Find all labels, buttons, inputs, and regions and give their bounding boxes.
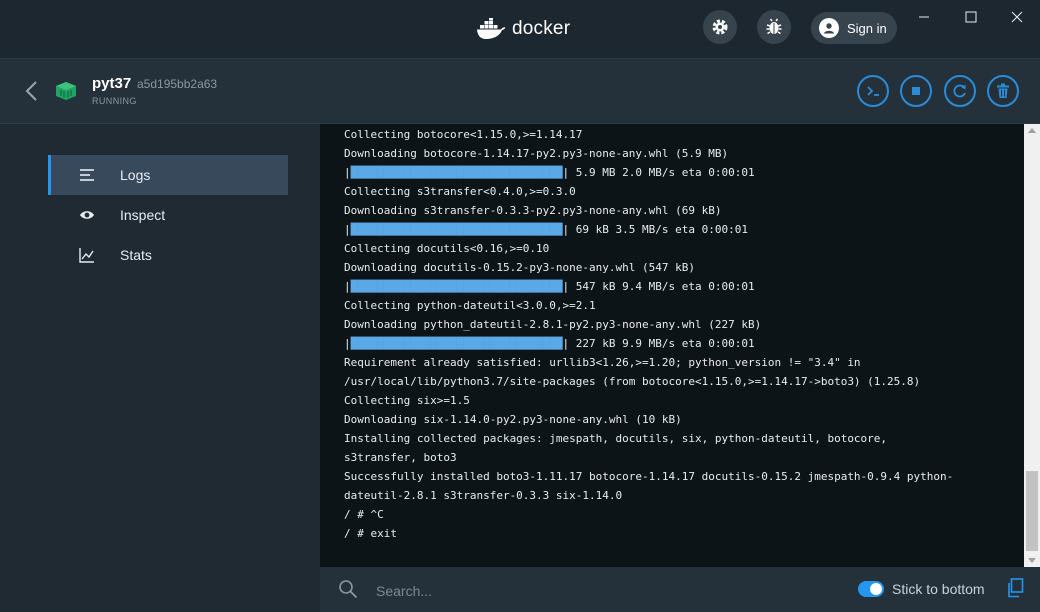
log-line: Downloading s3transfer-0.3.3-py2.py3-non… (344, 204, 722, 217)
stop-icon (912, 87, 920, 95)
back-button[interactable] (22, 79, 42, 103)
restart-button[interactable] (944, 75, 976, 107)
stick-to-bottom-label: Stick to bottom (892, 581, 985, 597)
log-line: / # exit (344, 527, 397, 540)
log-line: |████████████████████████████████| 547 k… (344, 280, 755, 293)
log-line: Downloading six-1.14.0-py2.py3-none-any.… (344, 413, 682, 426)
log-line: |████████████████████████████████| 227 k… (344, 337, 755, 350)
log-line: Installing collected packages: jmespath,… (344, 432, 888, 445)
delete-icon (997, 83, 1009, 98)
stop-button[interactable] (900, 75, 932, 107)
bug-icon (766, 18, 782, 35)
sidebar-item-label: Inspect (120, 207, 166, 223)
chevron-left-icon (25, 81, 37, 101)
log-line: Downloading botocore-1.14.17-py2.py3-non… (344, 147, 729, 160)
maximize-icon (965, 11, 977, 23)
maximize-button[interactable] (959, 6, 983, 28)
close-icon (1011, 11, 1023, 23)
copy-icon[interactable] (1006, 578, 1024, 603)
container-name: pyt37 (92, 75, 132, 92)
title-bar: docker Sign in (0, 0, 1040, 58)
logs-icon (78, 166, 96, 184)
log-lines: Collecting botocore<1.15.0,>=1.14.17 Down… (320, 124, 1024, 543)
log-line: Collecting python-dateutil<3.0.0,>=2.1 (344, 299, 596, 312)
log-line: dateutil-2.8.1 s3transfer-0.3.3 six-1.14… (344, 489, 623, 502)
log-line: Collecting s3transfer<0.4.0,>=0.3.0 (344, 185, 576, 198)
delete-button[interactable] (987, 75, 1019, 107)
log-line: Downloading docutils-0.15.2-py3-none-any… (344, 261, 695, 274)
settings-button[interactable] (703, 10, 737, 44)
log-line: Collecting botocore<1.15.0,>=1.14.17 (344, 128, 583, 141)
eye-icon (78, 206, 96, 224)
sidebar-item-label: Stats (120, 247, 152, 263)
sidebar-item-stats[interactable]: Stats (48, 235, 288, 275)
log-line: Collecting docutils<0.16,>=0.10 (344, 242, 550, 255)
scroll-up-arrow-icon[interactable] (1028, 128, 1036, 133)
container-status: RUNNING (92, 96, 137, 106)
log-line: Collecting six>=1.5 (344, 394, 470, 407)
restart-icon (953, 84, 966, 98)
log-line: |████████████████████████████████| 69 kB… (344, 223, 748, 236)
scroll-thumb[interactable] (1026, 471, 1038, 551)
stick-to-bottom-toggle[interactable] (858, 581, 884, 597)
user-icon (819, 18, 839, 38)
log-line: /usr/local/lib/python3.7/site-packages (… (344, 375, 921, 388)
log-line: Requirement already satisfied: urllib3<1… (344, 356, 861, 369)
chart-icon (78, 246, 96, 264)
whale-icon (477, 18, 506, 39)
docker-logo: docker (476, 14, 570, 44)
sidebar: Logs Inspect Stats (0, 124, 320, 612)
sidebar-item-label: Logs (120, 167, 151, 183)
log-line: |████████████████████████████████| 5.9 M… (344, 166, 755, 179)
sidebar-item-inspect[interactable]: Inspect (48, 195, 288, 235)
sign-in-button[interactable]: Sign in (811, 12, 897, 44)
close-window-button[interactable] (1005, 6, 1029, 28)
container-id: a5d195bb2a63 (137, 77, 218, 91)
container-header: pyt37 a5d195bb2a63 RUNNING (0, 58, 1040, 124)
log-scrollbar[interactable] (1024, 124, 1040, 567)
search-icon (338, 579, 358, 604)
cli-button[interactable] (857, 75, 889, 107)
sidebar-item-logs[interactable]: Logs (48, 155, 288, 195)
log-toolbar: Stick to bottom (320, 567, 1040, 612)
troubleshoot-button[interactable] (757, 10, 791, 44)
settings-icon (712, 19, 728, 35)
brand-name: docker (512, 18, 571, 39)
log-line: Downloading python_dateutil-2.8.1-py2.py… (344, 318, 762, 331)
container-icon (55, 81, 77, 106)
search-input[interactable] (374, 579, 678, 603)
cli-icon (867, 86, 879, 96)
toggle-knob (870, 583, 882, 595)
minimize-icon (919, 16, 929, 18)
sign-in-label: Sign in (847, 20, 887, 36)
log-line: s3transfer, boto3 (344, 451, 457, 464)
minimize-button[interactable] (912, 6, 936, 28)
log-output[interactable]: Collecting botocore<1.15.0,>=1.14.17 Down… (320, 124, 1024, 567)
docker-desktop-window: docker Sign in pyt37 a5d195bb2a63 RUNNIN… (0, 0, 1040, 612)
log-line: Successfully installed boto3-1.11.17 bot… (344, 470, 954, 483)
scroll-down-arrow-icon[interactable] (1028, 558, 1036, 563)
log-line: / # ^C (344, 508, 384, 521)
